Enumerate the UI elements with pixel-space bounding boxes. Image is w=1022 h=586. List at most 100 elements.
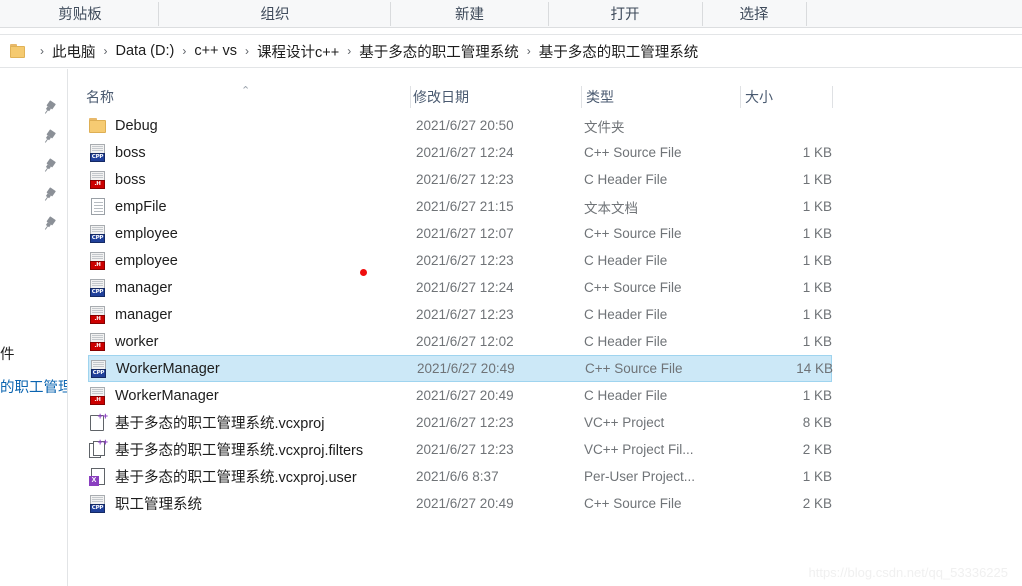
ribbon-divider-3	[702, 2, 703, 26]
pinned-item-3[interactable]	[40, 186, 58, 204]
file-type: C++ Source File	[584, 280, 682, 295]
file-icon-cell: .H	[88, 386, 110, 406]
column-header-label: 修改日期	[413, 89, 469, 105]
file-date-modified: 2021/6/27 12:02	[416, 334, 514, 349]
file-name[interactable]: WorkerManager	[116, 361, 220, 377]
file-date-modified: 2021/6/27 20:49	[417, 361, 515, 376]
ribbon-group-2[interactable]: 新建	[392, 0, 547, 27]
ribbon-group-3[interactable]: 打开	[549, 0, 701, 27]
breadcrumb-item-1[interactable]: Data (D:)	[115, 43, 176, 59]
file-type: C++ Source File	[584, 145, 682, 160]
file-name[interactable]: employee	[115, 253, 178, 269]
ribbon-group-label: 剪贴板	[58, 7, 102, 23]
file-name[interactable]: boss	[115, 172, 146, 188]
file-date-modified: 2021/6/27 20:49	[416, 388, 514, 403]
nav-item-label-0[interactable]: 件	[0, 343, 15, 364]
file-row[interactable]: X 基于多态的职工管理系统.vcxproj.user 2021/6/6 8:37 Pe…	[88, 463, 832, 490]
address-bar[interactable]: › 此电脑 › Data (D:) › c++ vs › 课程设计c++ › 基于多态的职工管理系…	[0, 34, 1022, 68]
breadcrumb-chevron-icon[interactable]: ›	[520, 44, 538, 58]
file-row[interactable]: .H employee 2021/6/27 12:23 C Header File 1 …	[88, 247, 832, 274]
file-date-modified: 2021/6/27 12:23	[416, 307, 514, 322]
c-header-icon: .H	[88, 332, 108, 352]
column-header-2[interactable]: 类型	[586, 82, 738, 112]
file-name[interactable]: manager	[115, 307, 172, 323]
pinned-item-1[interactable]	[40, 128, 58, 146]
file-row[interactable]: Debug 2021/6/27 20:50 文件夹	[88, 112, 832, 139]
file-name[interactable]: 基于多态的职工管理系统.vcxproj	[115, 412, 324, 433]
file-name[interactable]: worker	[115, 334, 159, 350]
breadcrumb-item-2[interactable]: c++ vs	[193, 43, 238, 59]
vcxproj-filters-icon: ++	[88, 437, 108, 460]
breadcrumb-item-4[interactable]: 基于多态的职工管理系统	[358, 41, 520, 62]
file-name[interactable]: boss	[115, 145, 146, 161]
breadcrumb-chevron-icon[interactable]: ›	[97, 44, 115, 58]
file-row[interactable]: .H WorkerManager 2021/6/27 20:49 C Header F…	[88, 382, 832, 409]
ribbon-divider-0	[158, 2, 159, 26]
file-icon-cell: ++	[88, 437, 110, 460]
file-type: C Header File	[584, 388, 668, 403]
column-header-3[interactable]: 大小	[745, 82, 831, 112]
column-divider-1[interactable]	[581, 86, 582, 108]
file-name[interactable]: 职工管理系统	[115, 493, 202, 514]
file-row[interactable]: CPP WorkerManager 2021/6/27 20:49 C++ Sourc…	[88, 355, 833, 382]
file-name[interactable]: Debug	[115, 118, 158, 134]
file-row[interactable]: CPP employee 2021/6/27 12:07 C++ Source Fil…	[88, 220, 832, 247]
file-row[interactable]: .H worker 2021/6/27 12:02 C Header File 1 KB	[88, 328, 832, 355]
watermark-text: https://blog.csdn.net/qq_53336225	[808, 565, 1009, 580]
c-header-icon: .H	[88, 170, 108, 190]
breadcrumb-item-3[interactable]: 课程设计c++	[256, 41, 340, 62]
ribbon-group-0[interactable]: 剪贴板	[0, 0, 170, 27]
file-size: 1 KB	[802, 334, 832, 349]
file-name[interactable]: employee	[115, 226, 178, 242]
nav-item-label-1[interactable]: 的职工管理	[0, 376, 67, 397]
file-row[interactable]: .H manager 2021/6/27 12:23 C Header File 1 K…	[88, 301, 832, 328]
cpp-source-icon: CPP	[88, 143, 108, 163]
file-row[interactable]: CPP manager 2021/6/27 12:24 C++ Source File…	[88, 274, 832, 301]
folder-icon	[10, 44, 27, 58]
breadcrumb-chevron-icon[interactable]: ›	[238, 44, 256, 58]
file-icon-cell: CPP	[88, 143, 110, 163]
ribbon-group-1[interactable]: 组织	[160, 0, 390, 27]
file-date-modified: 2021/6/27 20:49	[416, 496, 514, 511]
file-name[interactable]: 基于多态的职工管理系统.vcxproj.filters	[115, 439, 363, 460]
file-name[interactable]: WorkerManager	[115, 388, 219, 404]
breadcrumb-chevron-icon[interactable]: ›	[33, 44, 51, 58]
column-header-row: 名称 修改日期 类型 大小 ⌃	[68, 82, 1022, 112]
file-name[interactable]: 基于多态的职工管理系统.vcxproj.user	[115, 466, 357, 487]
column-header-label: 类型	[586, 89, 614, 105]
file-row[interactable]: CPP 职工管理系统 2021/6/27 20:49 C++ Source File 2…	[88, 490, 832, 517]
file-name[interactable]: manager	[115, 280, 172, 296]
column-header-0[interactable]: 名称	[86, 82, 418, 112]
cpp-source-icon: CPP	[89, 359, 109, 379]
column-divider-0[interactable]	[410, 86, 411, 108]
vcxproj-icon: ++	[88, 411, 108, 433]
pinned-item-0[interactable]	[40, 99, 58, 117]
cpp-source-icon: CPP	[88, 278, 108, 298]
c-header-icon: .H	[88, 386, 108, 406]
pinned-item-4[interactable]	[40, 215, 58, 233]
breadcrumb-chevron-icon[interactable]: ›	[175, 44, 193, 58]
sort-ascending-icon[interactable]: ⌃	[241, 84, 250, 97]
file-row[interactable]: CPP boss 2021/6/27 12:24 C++ Source File 1 K…	[88, 139, 832, 166]
file-size: 1 KB	[802, 388, 832, 403]
file-row[interactable]: ++ 基于多态的职工管理系统.vcxproj 2021/6/27 12:23 VC++…	[88, 409, 832, 436]
file-list[interactable]: Debug 2021/6/27 20:50 文件夹 CPP boss 2021/6/27 …	[68, 112, 1022, 586]
file-size: 8 KB	[802, 415, 832, 430]
file-row[interactable]: ++ 基于多态的职工管理系统.vcxproj.filters 2021/6/27 1…	[88, 436, 832, 463]
breadcrumb-item-0[interactable]: 此电脑	[51, 41, 97, 62]
file-icon-cell: CPP	[89, 359, 111, 379]
pinned-item-2[interactable]	[40, 157, 58, 175]
file-explorer-window: 剪贴板 组织 新建 打开 选择 › 此电脑 › Data (D:) › c++ vs › 课程设计c+…	[0, 0, 1022, 586]
file-icon-cell: ++	[88, 411, 110, 433]
column-divider-2[interactable]	[740, 86, 741, 108]
navigation-pane[interactable]: 件的职工管理	[0, 69, 68, 586]
ribbon-group-4[interactable]: 选择	[703, 0, 805, 27]
file-row[interactable]: .H boss 2021/6/27 12:23 C Header File 1 KB	[88, 166, 832, 193]
file-row[interactable]: empFile 2021/6/27 21:15 文本文档 1 KB	[88, 193, 832, 220]
column-header-1[interactable]: 修改日期	[413, 82, 573, 112]
column-divider-3[interactable]	[832, 86, 833, 108]
breadcrumb-chevron-icon[interactable]: ›	[340, 44, 358, 58]
file-name[interactable]: empFile	[115, 199, 167, 215]
ribbon-group-label: 选择	[739, 7, 769, 23]
breadcrumb-item-5[interactable]: 基于多态的职工管理系统	[538, 41, 700, 62]
